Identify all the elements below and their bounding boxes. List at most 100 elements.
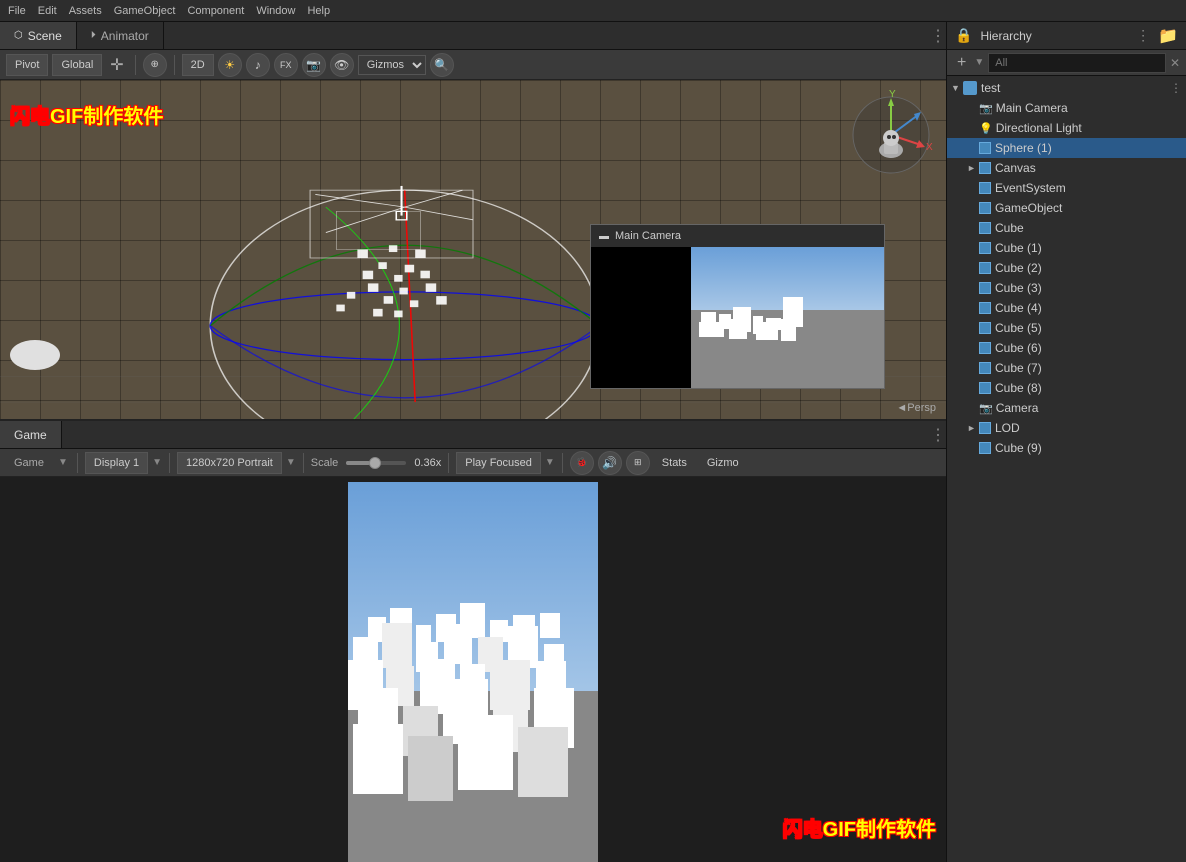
svg-text:X: X xyxy=(926,142,933,153)
game-sep-5 xyxy=(562,453,563,473)
scene-tab[interactable]: ⬡ Scene xyxy=(0,22,77,49)
separator-1 xyxy=(135,55,136,75)
small-sphere-object xyxy=(10,340,60,370)
hierarchy-item-label: Cube (4) xyxy=(995,301,1042,315)
hierarchy-item-cube[interactable]: Cube xyxy=(947,218,1186,238)
hierarchy-item-label: Camera xyxy=(996,401,1039,415)
hierarchy-item-cube--5-[interactable]: Cube (5) xyxy=(947,318,1186,338)
animator-tab-label: Animator xyxy=(101,29,149,43)
hierarchy-item-camera[interactable]: 📷 Camera xyxy=(947,398,1186,418)
scene-area: ⬡ Scene ⏵ Animator ⋮ Pivot Global ✛ ⊕ 2D… xyxy=(0,22,946,421)
hierarchy-search[interactable] xyxy=(988,53,1166,73)
display-button[interactable]: Display 1 xyxy=(85,452,148,474)
hierarchy-item-lod[interactable]: ► LOD xyxy=(947,418,1186,438)
hierarchy-item-label: Main Camera xyxy=(996,101,1068,115)
lock-icon: 🔒 xyxy=(955,27,972,44)
hierarchy-header: 🔒 Hierarchy ⋮ 📁 xyxy=(947,22,1186,50)
hierarchy-item-label: Cube (9) xyxy=(995,441,1042,455)
2d-button[interactable]: 2D xyxy=(182,54,214,76)
hierarchy-item-label: Cube (6) xyxy=(995,341,1042,355)
hierarchy-item-canvas[interactable]: ► Canvas xyxy=(947,158,1186,178)
camera-preview-content xyxy=(591,247,884,388)
hierarchy-item-label: LOD xyxy=(995,421,1020,435)
mute-btn[interactable]: 🐞 xyxy=(570,451,594,475)
resolution-button[interactable]: 1280x720 Portrait xyxy=(177,452,282,474)
menu-gameobject[interactable]: GameObject xyxy=(114,5,176,17)
hierarchy-item-cube--7-[interactable]: Cube (7) xyxy=(947,358,1186,378)
svg-text:Y: Y xyxy=(889,90,896,100)
hierarchy-item-cube--1-[interactable]: Cube (1) xyxy=(947,238,1186,258)
hierarchy-more-btn[interactable]: ⋮ xyxy=(1136,27,1150,44)
scene-cam-btn[interactable]: 📷 xyxy=(302,53,326,77)
camera-preview-right xyxy=(691,247,884,388)
animator-tab[interactable]: ⏵ Animator xyxy=(77,22,164,49)
gizmo-select[interactable]: Gizmos xyxy=(358,55,426,75)
test-options-btn[interactable]: ⋮ xyxy=(1170,81,1182,95)
hierarchy-item-main-camera[interactable]: 📷 Main Camera xyxy=(947,98,1186,118)
stats-icon-btn[interactable]: ⊞ xyxy=(626,451,650,475)
game-tab-label: Game xyxy=(14,428,47,442)
hierarchy-add-folder-btn[interactable]: 📁 xyxy=(1158,26,1178,46)
hierarchy-item-label: test xyxy=(981,81,1000,95)
hierarchy-toolbar: + ▼ ✕ xyxy=(947,50,1186,76)
hierarchy-item-label: Canvas xyxy=(995,161,1036,175)
gizmo-visibility-btn[interactable]: 👁 xyxy=(330,53,354,77)
play-focused-button[interactable]: Play Focused xyxy=(456,452,541,474)
menu-help[interactable]: Help xyxy=(307,5,330,17)
global-button[interactable]: Global xyxy=(52,54,102,76)
menu-assets[interactable]: Assets xyxy=(69,5,102,17)
hierarchy-item-gameobject[interactable]: GameObject xyxy=(947,198,1186,218)
scene-tab-more[interactable]: ⋮ xyxy=(930,26,946,46)
game-buildings-container xyxy=(348,482,598,862)
hierarchy-item-cube--8-[interactable]: Cube (8) xyxy=(947,378,1186,398)
pivot-button[interactable]: Pivot xyxy=(6,54,48,76)
menu-component[interactable]: Component xyxy=(187,5,244,17)
hierarchy-item-label: Cube (3) xyxy=(995,281,1042,295)
search-scene-btn[interactable]: 🔍 xyxy=(430,53,454,77)
scene-tab-icon: ⬡ xyxy=(14,30,23,41)
hierarchy-item-sphere--1-[interactable]: Sphere (1) xyxy=(947,138,1186,158)
game-sep-4 xyxy=(448,453,449,473)
transform-gizmo-btn[interactable]: ⊕ xyxy=(143,53,167,77)
volume-btn[interactable]: 🔊 xyxy=(598,451,622,475)
game-sep-2 xyxy=(169,453,170,473)
hierarchy-item-cube--3-[interactable]: Cube (3) xyxy=(947,278,1186,298)
camera-preview-icon: ▬ xyxy=(599,231,609,242)
hierarchy-add-btn[interactable]: + xyxy=(953,54,970,72)
scene-tab-label: Scene xyxy=(28,29,62,43)
game-tab-bar: Game ⋮ xyxy=(0,421,946,449)
menu-edit[interactable]: Edit xyxy=(38,5,57,17)
hierarchy-item-label: Cube (7) xyxy=(995,361,1042,375)
hierarchy-item-label: Cube (2) xyxy=(995,261,1042,275)
lighting-btn[interactable]: ☀ xyxy=(218,53,242,77)
hierarchy-list[interactable]: ▼ test ⋮ 📷 Main Camera 💡 Directional Lig… xyxy=(947,76,1186,862)
hierarchy-item-label: Sphere (1) xyxy=(995,141,1052,155)
scene-toolbar: Pivot Global ✛ ⊕ 2D ☀ ♪ FX 📷 👁 Gizmos 🔍 xyxy=(0,50,946,80)
camera-preview-left xyxy=(591,247,691,388)
hierarchy-item-cube--2-[interactable]: Cube (2) xyxy=(947,258,1186,278)
stats-button[interactable]: Stats xyxy=(654,452,695,474)
hierarchy-item-directional-light[interactable]: 💡 Directional Light xyxy=(947,118,1186,138)
persp-label: ◄Persp xyxy=(896,402,936,414)
menu-file[interactable]: File xyxy=(8,5,26,17)
watermark-top: 闪电GIF制作软件 xyxy=(10,100,163,129)
game-tab-more[interactable]: ⋮ xyxy=(930,425,946,445)
hierarchy-title: Hierarchy xyxy=(980,29,1128,43)
menu-window[interactable]: Window xyxy=(256,5,295,17)
game-tab[interactable]: Game xyxy=(0,421,62,448)
fx-btn[interactable]: FX xyxy=(274,53,298,77)
game-content: 闪电GIF制作软件 xyxy=(0,477,946,862)
hierarchy-item-cube--4-[interactable]: Cube (4) xyxy=(947,298,1186,318)
separator-2 xyxy=(174,55,175,75)
scale-value: 0.36x xyxy=(414,457,441,469)
game-sep-1 xyxy=(77,453,78,473)
search-clear-btn[interactable]: ✕ xyxy=(1170,56,1180,70)
hierarchy-item-eventsystem[interactable]: EventSystem xyxy=(947,178,1186,198)
gizmos-button[interactable]: Gizmo xyxy=(699,452,747,474)
game-area: Game ⋮ Game ▼ Display 1 ▼ 1280x720 Portr… xyxy=(0,421,946,862)
audio-btn[interactable]: ♪ xyxy=(246,53,270,77)
scene-viewport[interactable]: 闪电GIF制作软件 xyxy=(0,80,946,419)
hierarchy-item-cube--9-[interactable]: Cube (9) xyxy=(947,438,1186,458)
hierarchy-item-cube--6-[interactable]: Cube (6) xyxy=(947,338,1186,358)
hierarchy-item-test[interactable]: ▼ test ⋮ xyxy=(947,78,1186,98)
